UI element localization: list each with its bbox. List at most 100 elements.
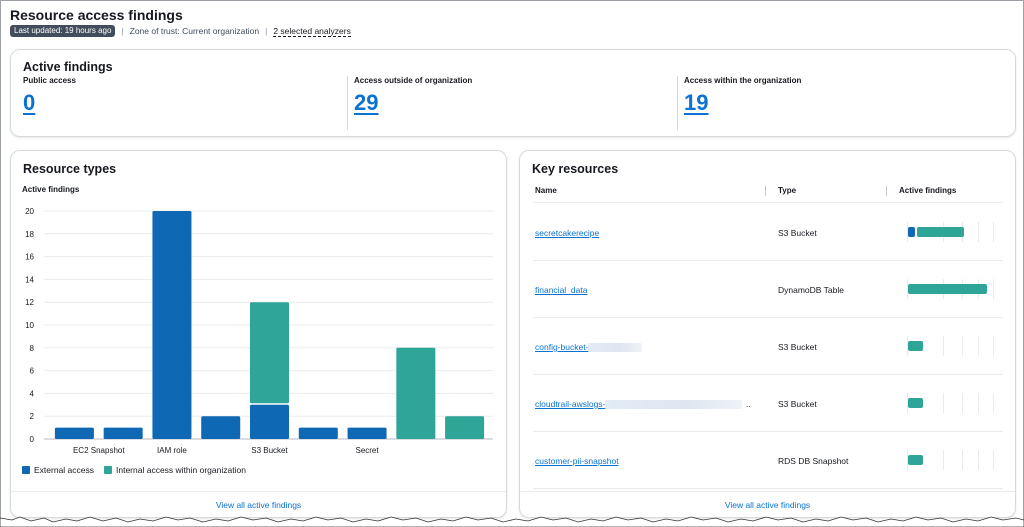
y-tick-label: 16 <box>25 253 34 262</box>
table-row: customer-pii-snapshot RDS DB Snapshot <box>533 432 1003 489</box>
resource-name-link[interactable]: config-bucket- <box>535 342 643 353</box>
bar-segment-internal[interactable] <box>908 455 923 465</box>
selected-analyzers-link[interactable]: 2 selected analyzers <box>273 26 351 37</box>
bar-external[interactable] <box>201 416 241 439</box>
y-tick-label: 6 <box>30 367 35 376</box>
within-org-label: Access within the organization <box>684 76 802 85</box>
zone-of-trust-text: Zone of trust: Current organization <box>129 26 260 36</box>
active-findings-card: Active findings Public access 0 Access o… <box>10 49 1016 137</box>
active-findings-title: Active findings <box>23 60 113 74</box>
truncation-ellipsis: .. <box>746 400 751 409</box>
chart-subtitle: Active findings <box>22 185 80 194</box>
bar-segment-internal[interactable] <box>908 341 923 351</box>
outside-org-label: Access outside of organization <box>354 76 473 85</box>
resource-type: S3 Bucket <box>778 399 817 409</box>
torn-edge <box>0 516 1024 527</box>
findings-bar <box>907 450 994 470</box>
last-updated-badge: Last updated: 19 hours ago <box>10 25 116 37</box>
bar-internal[interactable] <box>445 416 485 439</box>
redacted-text <box>588 343 643 353</box>
resource-type: S3 Bucket <box>778 342 817 352</box>
key-resources-card: Key resources Name Type Active findings … <box>519 150 1016 518</box>
bar-gridline <box>993 222 994 242</box>
bar-gridline <box>977 222 979 242</box>
bar-segment-external[interactable] <box>908 227 915 237</box>
separator: | <box>265 26 268 36</box>
view-all-findings-link[interactable]: View all active findings <box>216 500 301 510</box>
bar-external[interactable] <box>249 404 290 439</box>
y-tick-label: 20 <box>25 207 34 216</box>
public-access-count-link[interactable]: 0 <box>23 90 35 116</box>
y-tick-label: 10 <box>25 321 34 330</box>
bar-gridline <box>977 450 979 470</box>
bar-segment-internal[interactable] <box>908 284 987 294</box>
outside-org-count-link[interactable]: 29 <box>354 90 378 116</box>
redacted-text <box>605 400 743 410</box>
resource-name-link[interactable]: secretcakerecipe <box>535 228 599 238</box>
legend-label-external: External access <box>34 465 94 475</box>
page-title: Resource access findings <box>10 7 183 23</box>
resource-name-link[interactable]: cloudtrail-awslogs- <box>535 399 743 410</box>
column-header-name[interactable]: Name <box>535 186 557 195</box>
public-access-stat: Public access 0 <box>23 76 343 132</box>
resource-type: S3 Bucket <box>778 228 817 238</box>
legend-item-external[interactable]: External access <box>22 465 94 475</box>
x-tick-label: Secret <box>355 446 379 455</box>
key-resources-title: Key resources <box>532 162 619 176</box>
column-header-type[interactable]: Type <box>778 186 796 195</box>
table-row: secretcakerecipe S3 Bucket <box>533 204 1003 261</box>
column-header-findings[interactable]: Active findings <box>899 186 956 195</box>
findings-bar <box>907 279 994 299</box>
resource-types-card: Resource types Active findings 0 2 4 6 8 10 12… <box>10 150 507 518</box>
outside-org-stat: Access outside of organization 29 <box>354 76 674 132</box>
resource-name-text: config-bucket- <box>535 342 589 352</box>
resource-types-chart: 0 2 4 6 8 10 12 14 16 18 20 EC2 Snapshot IAM role S3 … <box>25 207 493 455</box>
table-row: financial_data DynamoDB Table <box>533 261 1003 318</box>
bar-gridline <box>977 336 979 356</box>
separator: | <box>121 26 124 36</box>
resource-type: RDS DB Snapshot <box>778 456 849 466</box>
table-row: config-bucket- S3 Bucket <box>533 318 1003 375</box>
x-tick-label: EC2 Snapshot <box>73 446 125 455</box>
bar-gridline <box>993 393 994 413</box>
legend-item-internal[interactable]: Internal access within organization <box>104 465 246 475</box>
column-separator <box>886 186 887 196</box>
bar-external[interactable] <box>347 427 387 439</box>
bar-external[interactable] <box>103 427 143 439</box>
header-subline: Last updated: 19 hours ago | Zone of tru… <box>10 25 351 37</box>
bar-gridline <box>943 336 945 356</box>
y-tick-label: 14 <box>25 275 34 284</box>
findings-bar <box>907 336 994 356</box>
legend-label-internal: Internal access within organization <box>116 465 246 475</box>
bar-external[interactable] <box>54 427 94 439</box>
findings-bar <box>907 222 994 242</box>
column-separator <box>765 186 766 196</box>
bar-gridline <box>943 393 945 413</box>
x-tick-label: IAM role <box>157 446 187 455</box>
resource-types-title: Resource types <box>23 162 117 176</box>
bar-gridline <box>977 393 979 413</box>
bar-gridline <box>962 336 964 356</box>
within-org-count-link[interactable]: 19 <box>684 90 708 116</box>
bar-gridline <box>993 279 994 299</box>
bar-internal[interactable] <box>396 347 436 439</box>
bar-gridline <box>962 450 964 470</box>
public-access-label: Public access <box>23 76 76 85</box>
within-org-stat: Access within the organization 19 <box>684 76 1004 132</box>
divider <box>677 76 678 130</box>
legend-swatch-external <box>22 466 30 474</box>
resource-name-text: cloudtrail-awslogs- <box>535 399 606 409</box>
resource-name-link[interactable]: customer-pii-snapshot <box>535 456 619 466</box>
chart-legend: External access Internal access within o… <box>22 465 256 475</box>
y-tick-label: 18 <box>25 230 34 239</box>
y-tick-label: 0 <box>30 435 35 444</box>
bar-internal[interactable] <box>249 302 290 404</box>
bar-external[interactable] <box>152 211 192 439</box>
bar-segment-internal[interactable] <box>908 398 923 408</box>
x-tick-label: S3 Bucket <box>251 446 288 455</box>
resource-name-link[interactable]: financial_data <box>535 285 587 295</box>
bar-external[interactable] <box>298 427 338 439</box>
table-header: Name Type Active findings <box>533 181 1003 203</box>
view-all-findings-link[interactable]: View all active findings <box>725 500 810 510</box>
bar-segment-internal[interactable] <box>917 227 964 237</box>
